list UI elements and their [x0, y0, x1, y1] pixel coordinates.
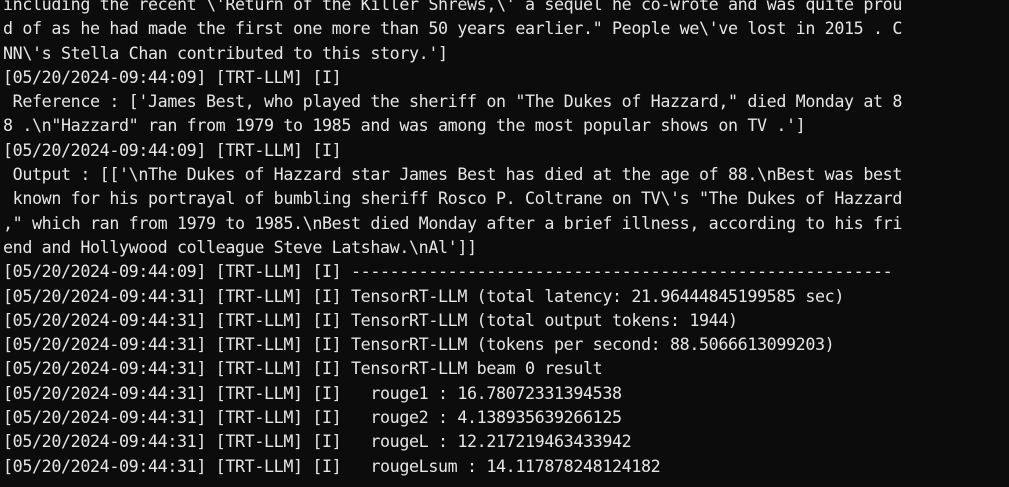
terminal-line: known for his portrayal of bumbling sher… — [3, 188, 903, 209]
terminal-line: [05/20/2024-09:44:31] [TRT-LLM] [I] Tens… — [3, 334, 835, 355]
terminal-line: Reference : ['James Best, who played the… — [3, 91, 903, 112]
terminal-line: ," which ran from 1979 to 1985.\nBest di… — [3, 212, 903, 233]
terminal-line: [05/20/2024-09:44:09] [TRT-LLM] [I] — [3, 139, 342, 160]
terminal-line: [05/20/2024-09:44:09] [TRT-LLM] [I] ----… — [3, 261, 893, 282]
terminal-line: [05/20/2024-09:44:31] [TRT-LLM] [I] Tens… — [3, 309, 738, 330]
terminal-line: [05/20/2024-09:44:09] [TRT-LLM] [I] — [3, 66, 342, 87]
terminal-line: end and Hollywood colleague Steve Latsha… — [3, 236, 477, 257]
terminal-line: [05/20/2024-09:44:31] [TRT-LLM] [I] roug… — [3, 407, 622, 428]
terminal-line: 8 .\n"Hazzard" ran from 1979 to 1985 and… — [3, 115, 806, 136]
terminal-line: Output : [['\nThe Dukes of Hazzard star … — [3, 164, 903, 185]
terminal-line: NN\'s Stella Chan contributed to this st… — [3, 42, 448, 63]
terminal-line: d of as he had made the first one more t… — [3, 18, 903, 39]
terminal-line: [05/20/2024-09:44:31] [TRT-LLM] [I] roug… — [3, 382, 622, 403]
terminal-output: including the recent \'Return of the Kil… — [3, 0, 1009, 478]
terminal-line: [05/20/2024-09:44:31] [TRT-LLM] [I] roug… — [3, 455, 661, 476]
terminal-line: [05/20/2024-09:44:31] [TRT-LLM] [I] roug… — [3, 431, 632, 452]
terminal-window[interactable]: including the recent \'Return of the Kil… — [0, 0, 1009, 487]
terminal-line: including the recent \'Return of the Kil… — [3, 0, 903, 14]
terminal-line: [05/20/2024-09:44:31] [TRT-LLM] [I] Tens… — [3, 285, 845, 306]
terminal-line: [05/20/2024-09:44:31] [TRT-LLM] [I] Tens… — [3, 358, 603, 379]
